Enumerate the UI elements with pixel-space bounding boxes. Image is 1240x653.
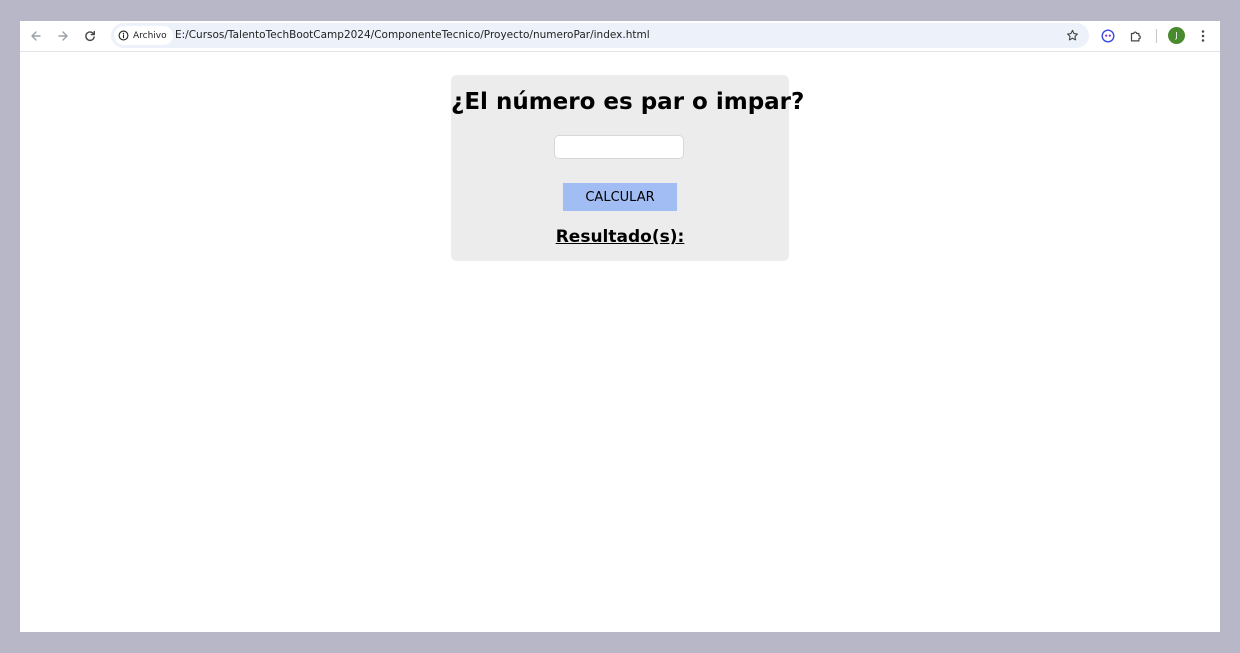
toolbar-separator	[1156, 29, 1157, 43]
arrow-right-icon	[58, 31, 68, 41]
reload-icon	[85, 30, 95, 41]
extension-button[interactable]	[1098, 26, 1118, 46]
site-info-label: Archivo	[133, 30, 167, 41]
browser-window: Archivo E:/Cursos/TalentoTechBootCamp202…	[20, 21, 1220, 632]
menu-button[interactable]	[1193, 26, 1213, 46]
extensions-button[interactable]	[1126, 26, 1146, 46]
forward-button[interactable]	[53, 26, 73, 46]
result-label: Resultado(s):	[555, 227, 685, 247]
number-input[interactable]	[554, 135, 684, 159]
reload-button[interactable]	[80, 26, 100, 46]
star-icon	[1066, 29, 1078, 40]
site-info-chip[interactable]: Archivo	[114, 26, 173, 45]
profile-avatar[interactable]: J	[1168, 27, 1185, 44]
url-text[interactable]: E:/Cursos/TalentoTechBootCamp2024/Compon…	[175, 23, 650, 48]
calculate-button[interactable]: CALCULAR	[563, 183, 677, 211]
page-title: ¿El número es par o impar?	[451, 89, 805, 115]
address-bar[interactable]: Archivo E:/Cursos/TalentoTechBootCamp202…	[111, 23, 1089, 48]
back-button[interactable]	[26, 26, 46, 46]
calculator-card: ¿El número es par o impar? CALCULAR Resu…	[451, 75, 805, 261]
puzzle-icon	[1130, 31, 1141, 42]
info-icon	[118, 30, 130, 42]
bookmark-button[interactable]	[1062, 25, 1082, 45]
browser-toolbar: Archivo E:/Cursos/TalentoTechBootCamp202…	[20, 21, 1220, 52]
arrow-left-icon	[31, 31, 41, 41]
kebab-menu-icon	[1201, 30, 1205, 42]
extension-face-icon	[1101, 29, 1115, 43]
